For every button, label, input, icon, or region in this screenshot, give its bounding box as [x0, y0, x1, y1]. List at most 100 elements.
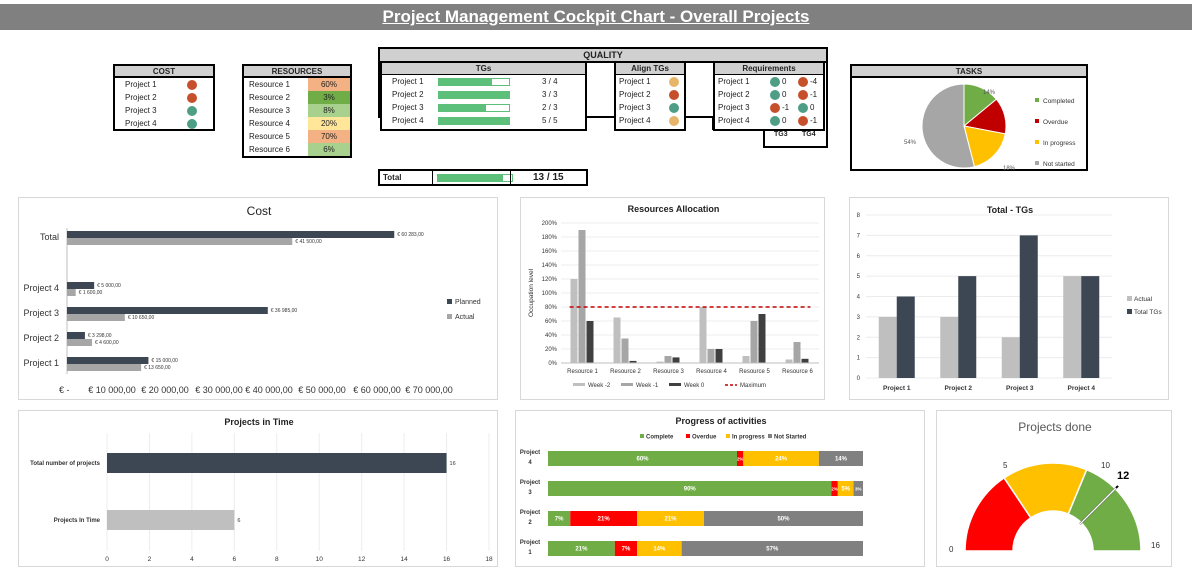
legend-swatch: [1127, 296, 1132, 301]
requirements-table: Requirements Project 1 0 -4 Project 2 0 -1 Pro…: [713, 63, 825, 131]
res-bar: [715, 349, 723, 363]
tgs-x-tick: Project 2: [945, 385, 973, 392]
tg-row: Project 1 3 / 4: [382, 75, 585, 88]
tgs-y-tick: 4: [857, 295, 861, 301]
res-x-tick: Resource 4: [696, 369, 727, 375]
progress-segment-label: 50%: [777, 517, 790, 523]
tgs-bar-total: [896, 296, 915, 378]
resource-pct: 8%: [308, 104, 350, 117]
tg3-value: 0: [782, 77, 787, 86]
tgs-bar-actual: [1001, 337, 1020, 378]
projects-in-time-panel: Projects in Time 0 2 4 6 8 10 12 14 16 18 6 Project…: [18, 410, 498, 567]
tg-project-name: Project 4: [392, 116, 424, 125]
tgs-y-tick: 0: [857, 376, 861, 382]
pit-bar-label: 16: [450, 461, 456, 467]
legend-label: Actual: [455, 314, 475, 321]
resource-row: Resource 2 3%: [244, 91, 350, 104]
tg3-dot: [770, 89, 780, 100]
legend-label: In progress: [732, 435, 765, 441]
progress-segment-label: 2%: [737, 457, 744, 462]
tg4-value: 0: [810, 103, 815, 112]
tg3-dot: [770, 102, 780, 113]
tg3-value: -1: [782, 103, 790, 112]
total-value: 13 / 15: [533, 172, 564, 183]
progress-segment-label: 90%: [684, 487, 697, 493]
tg-row: Project 2 3 / 3: [382, 88, 585, 101]
progress-segment-label: 60%: [636, 457, 649, 463]
tg-progress-bar: [438, 103, 487, 112]
legend-swatch: [1035, 140, 1039, 144]
cost-x-tick: € 50 000,00: [298, 385, 346, 395]
progress-segment-label: 57%: [766, 547, 779, 553]
cost-status-table: COST Project 1 Project 2 Project 3 Project …: [113, 64, 215, 131]
res-y-axis-label: Occupation level: [528, 268, 535, 317]
tg-progress-bar: [438, 90, 510, 99]
res-y-tick: 140%: [542, 263, 558, 269]
cost-row: Project 4: [115, 117, 213, 130]
progress-segment-label: 21%: [598, 517, 611, 523]
legend-swatch: [726, 434, 730, 438]
progress-category-label: Project: [520, 480, 540, 486]
tgs-bar-chart: 0 1 2 3 4 5 6 7 8 Project 1 Project 2 Project 3 Proj…: [857, 213, 1163, 392]
legend-swatch: [1035, 119, 1039, 123]
legend-swatch: [640, 434, 644, 438]
legend-swatch: [1035, 98, 1039, 102]
align-header: Align TGs: [616, 63, 684, 75]
cost-category-label: Project 1: [23, 358, 59, 368]
legend-label: Week 0: [684, 383, 705, 389]
tgs-x-tick: Project 1: [883, 385, 911, 392]
legend-label: Planned: [455, 299, 481, 306]
res-bar: [613, 317, 621, 363]
legend-swatch: [621, 383, 633, 386]
cost-row: Project 3: [115, 104, 213, 117]
tg-project-name: Project 3: [392, 103, 424, 112]
cost-bar-label: € 15 000,00: [151, 358, 178, 364]
progress-segment-label: 24%: [775, 457, 788, 463]
progress-segment-label: 7%: [622, 547, 631, 553]
res-x-tick: Resource 2: [610, 369, 641, 375]
requirement-row: Project 2 0 -1: [715, 88, 823, 101]
cost-bar-actual: [67, 314, 125, 321]
cost-bar-label: € 5 000,00: [97, 283, 121, 289]
requirement-row: Project 3 -1 0: [715, 101, 823, 114]
tg-progress-bar: [438, 116, 510, 125]
projects-done-gauge: 12 0 5 10 16: [949, 461, 1160, 554]
cost-bar-actual: [67, 339, 92, 346]
legend-label: Week -1: [636, 383, 659, 389]
legend-label: Complete: [646, 435, 674, 441]
res-y-tick: 0%: [548, 361, 557, 367]
tgs-bar-actual: [940, 316, 959, 378]
tgs-chart-panel: Total - TGs 0 1 2 3 4 5 6 7 8 Project 1 Project 2P…: [849, 197, 1169, 400]
cost-bar-label: € 10 650,00: [128, 315, 155, 321]
resources-table: RESOURCES Resource 1 60% Resource 2 3% Resou…: [242, 64, 352, 158]
legend-label: Week -2: [588, 383, 611, 389]
res-bar: [742, 356, 750, 363]
cost-bar-chart: Project 1 € 15 000,00€ 13 650,00 Project 2…: [23, 228, 481, 395]
tasks-pie-chart: 14% 18% 54% Completed Overdue In progress Not …: [904, 83, 1076, 172]
req-project-name: Project 4: [718, 116, 750, 125]
cost-bar-planned: [67, 307, 268, 314]
tgs-y-tick: 7: [857, 233, 861, 239]
pit-x-tick: 16: [443, 556, 451, 563]
progress-segment-label: 3%: [855, 487, 862, 492]
legend-label: Overdue: [1043, 119, 1068, 126]
cost-project-name: Project 3: [125, 106, 157, 115]
res-x-tick: Resource 3: [653, 369, 684, 375]
tgs-x-tick: Project 4: [1068, 385, 1096, 392]
cost-x-tick: € 70 000,00: [405, 385, 453, 395]
res-bar: [578, 230, 586, 363]
res-bar: [621, 338, 629, 363]
res-y-tick: 100%: [542, 291, 558, 297]
tasks-panel: TASKS 14% 18% 54% Completed Overdue In progre…: [850, 64, 1088, 172]
tg4-label: TG4: [802, 131, 816, 138]
cost-bar-label: € 41 500,00: [295, 239, 322, 245]
legend-label: Total TGs: [1134, 309, 1162, 316]
cost-status-dot: [187, 79, 197, 90]
resource-row: Resource 4 20%: [244, 117, 350, 130]
resource-pct: 6%: [308, 143, 350, 156]
resources-chart-panel: Resources Allocation 0% 20% 40% 60% 80% 100% 1…: [520, 197, 825, 400]
progress-category-label: 4: [528, 460, 532, 466]
pit-x-tick: 4: [190, 556, 194, 563]
tgs-bar-actual: [878, 316, 897, 378]
requirement-row: Project 1 0 -4: [715, 75, 823, 88]
